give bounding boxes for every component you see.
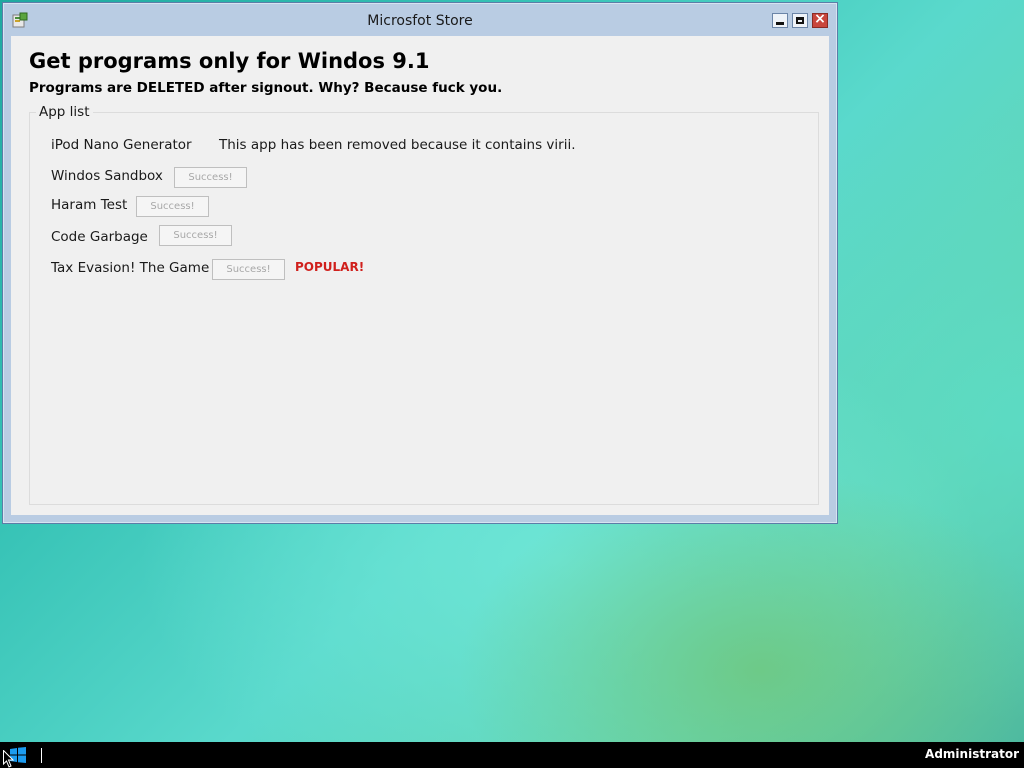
minimize-button[interactable] [772, 13, 788, 28]
app-name-haram-test: Haram Test [51, 197, 128, 213]
taskbar: Administrator [0, 742, 1024, 768]
close-button[interactable]: × [812, 11, 828, 28]
page-title: Get programs only for Windos 9.1 [29, 49, 430, 73]
app-name-ipod-nano-generator: iPod Nano Generator [51, 137, 192, 153]
maximize-button[interactable] [792, 13, 808, 28]
app-name-windos-sandbox: Windos Sandbox [51, 168, 163, 184]
store-window: Microsfot Store × Get programs only for … [2, 2, 838, 524]
windos-sandbox-button[interactable]: Success! [174, 167, 247, 188]
window-title: Microsfot Store [367, 13, 473, 29]
app-list-group: App list iPod Nano Generator This app ha… [29, 104, 819, 505]
window-client-area: Get programs only for Windos 9.1 Program… [11, 36, 829, 515]
popular-badge: POPULAR! [295, 260, 365, 274]
minimize-icon [776, 22, 784, 25]
taskbar-text-caret [41, 748, 42, 763]
title-bar[interactable]: Microsfot Store × [3, 3, 837, 37]
taskbar-user-name: Administrator [925, 747, 1019, 761]
app-list-label: App list [36, 104, 93, 120]
app-name-tax-evasion-the-game: Tax Evasion! The Game [51, 260, 210, 276]
mouse-pointer-icon [3, 750, 14, 768]
maximize-icon [796, 17, 804, 24]
tax-evasion-button[interactable]: Success! [212, 259, 285, 280]
app-removed-notice: This app has been removed because it con… [219, 137, 576, 153]
haram-test-button[interactable]: Success! [136, 196, 209, 217]
close-icon: × [814, 11, 826, 27]
app-name-code-garbage: Code Garbage [51, 229, 148, 245]
page-subtitle: Programs are DELETED after signout. Why?… [29, 80, 503, 96]
code-garbage-button[interactable]: Success! [159, 225, 232, 246]
